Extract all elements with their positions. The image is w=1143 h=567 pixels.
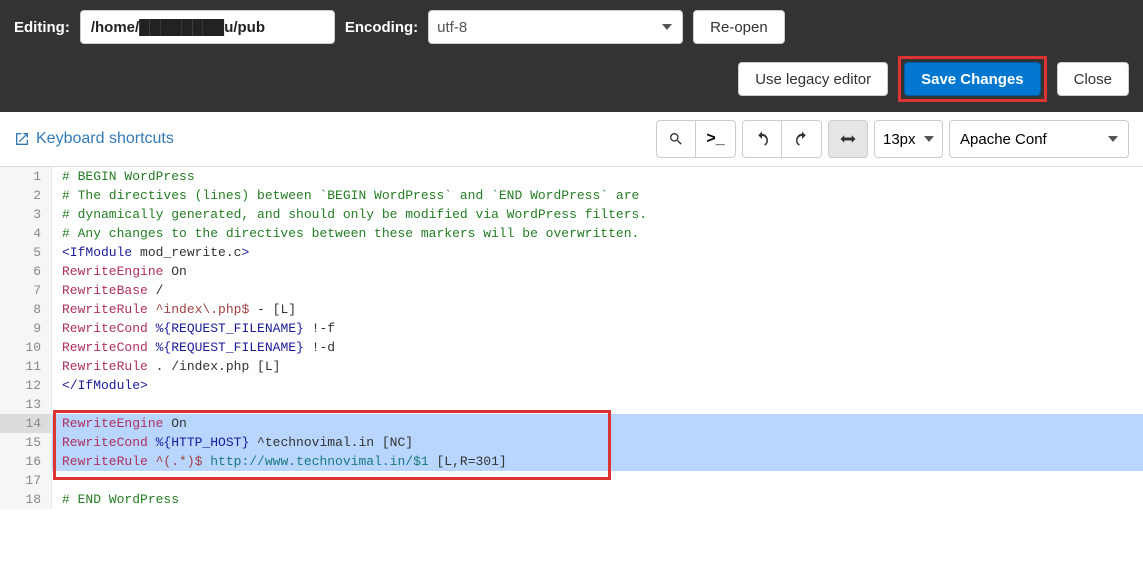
line-number: 1 (0, 167, 52, 186)
undo-button[interactable] (742, 120, 782, 158)
line-number: 11 (0, 357, 52, 376)
encoding-select[interactable]: utf-8 (428, 10, 683, 44)
code-line[interactable]: RewriteEngine On (52, 262, 1143, 281)
line-number: 16 (0, 452, 52, 471)
code-line[interactable]: RewriteRule ^(.*)$ http://www.technovima… (52, 452, 1143, 471)
save-changes-button[interactable]: Save Changes (904, 62, 1041, 96)
search-prompt-group: >_ (656, 120, 736, 158)
code-line[interactable]: RewriteCond %{REQUEST_FILENAME} !-f (52, 319, 1143, 338)
close-button[interactable]: Close (1057, 62, 1129, 96)
line-number: 7 (0, 281, 52, 300)
code-line[interactable]: # BEGIN WordPress (52, 167, 1143, 186)
line-number: 5 (0, 243, 52, 262)
keyboard-shortcuts-label: Keyboard shortcuts (36, 130, 174, 148)
external-link-icon (14, 131, 30, 147)
code-line[interactable] (52, 471, 1143, 490)
code-line[interactable] (52, 395, 1143, 414)
code-line[interactable]: # Any changes to the directives between … (52, 224, 1143, 243)
undo-icon (753, 130, 771, 148)
line-number: 6 (0, 262, 52, 281)
prompt-icon: >_ (706, 130, 724, 148)
line-number: 14 (0, 414, 52, 433)
font-size-select[interactable]: 13px (874, 120, 943, 158)
line-number: 3 (0, 205, 52, 224)
editing-label: Editing: (14, 19, 70, 36)
line-number: 9 (0, 319, 52, 338)
search-button[interactable] (656, 120, 696, 158)
file-path-input[interactable] (80, 10, 335, 44)
line-number: 10 (0, 338, 52, 357)
editor-toolbar: Keyboard shortcuts >_ 13px Apache Conf (0, 112, 1143, 167)
code-editor[interactable]: 1# BEGIN WordPress 2# The directives (li… (0, 167, 1143, 509)
code-line[interactable]: # END WordPress (52, 490, 1143, 509)
code-line[interactable]: <IfModule mod_rewrite.c> (52, 243, 1143, 262)
header-row-2: Use legacy editor Save Changes Close (14, 56, 1129, 102)
search-icon (668, 131, 684, 147)
highlight-save-box: Save Changes (898, 56, 1047, 102)
code-line[interactable]: RewriteRule . /index.php [L] (52, 357, 1143, 376)
line-number: 15 (0, 433, 52, 452)
encoding-label: Encoding: (345, 19, 418, 36)
wrap-toggle-button[interactable] (828, 120, 868, 158)
reopen-button[interactable]: Re-open (693, 10, 785, 44)
syntax-select[interactable]: Apache Conf (949, 120, 1129, 158)
code-line[interactable]: RewriteRule ^index\.php$ - [L] (52, 300, 1143, 319)
code-line[interactable]: RewriteCond %{HTTP_HOST} ^technovimal.in… (52, 433, 1143, 452)
line-number: 18 (0, 490, 52, 509)
line-number: 12 (0, 376, 52, 395)
undo-redo-group (742, 120, 822, 158)
legacy-editor-button[interactable]: Use legacy editor (738, 62, 888, 96)
line-number: 8 (0, 300, 52, 319)
code-line[interactable]: # The directives (lines) between `BEGIN … (52, 186, 1143, 205)
code-line[interactable]: </IfModule> (52, 376, 1143, 395)
code-line[interactable]: RewriteEngine On (52, 414, 1143, 433)
line-number: 17 (0, 471, 52, 490)
terminal-button[interactable]: >_ (696, 120, 736, 158)
code-line[interactable]: RewriteCond %{REQUEST_FILENAME} !-d (52, 338, 1143, 357)
keyboard-shortcuts-link[interactable]: Keyboard shortcuts (14, 130, 174, 148)
redo-icon (793, 130, 811, 148)
line-number: 13 (0, 395, 52, 414)
code-line[interactable]: RewriteBase / (52, 281, 1143, 300)
line-number: 2 (0, 186, 52, 205)
redo-button[interactable] (782, 120, 822, 158)
editor-header: Editing: Encoding: utf-8 Re-open Use leg… (0, 0, 1143, 112)
line-number: 4 (0, 224, 52, 243)
code-line[interactable]: # dynamically generated, and should only… (52, 205, 1143, 224)
arrows-horizontal-icon (839, 133, 857, 145)
header-row-1: Editing: Encoding: utf-8 Re-open (14, 10, 1129, 44)
